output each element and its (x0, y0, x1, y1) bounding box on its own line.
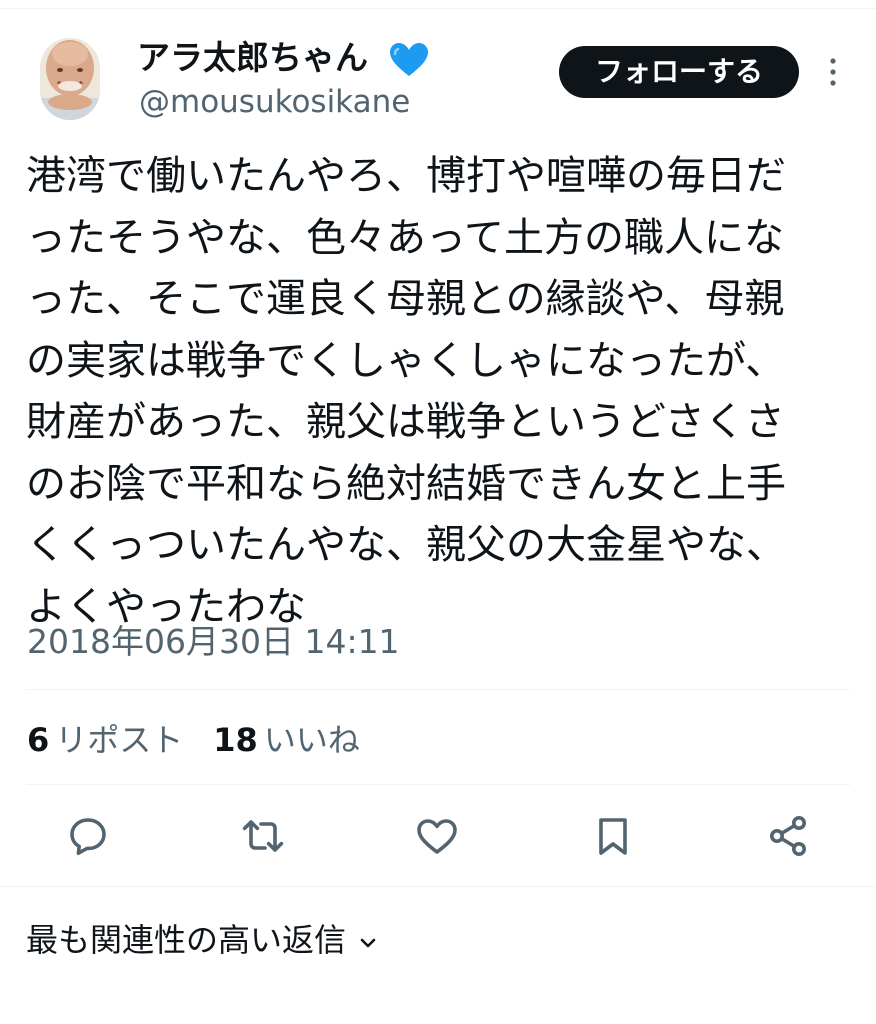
reply-button[interactable] (64, 812, 112, 860)
tweet-text-line: った、そこで運良く母親との縁談や、母親 (26, 276, 785, 322)
tweet-text-line: のお陰で平和なら絶対結婚できん女と上手 (26, 460, 786, 507)
tweet-text-line: ったそうやな、色々あって土方の職人にな (26, 214, 784, 261)
replies-sort-dropdown[interactable]: 最も関連性の高い返信 (26, 918, 378, 964)
replies-sort-label: 最も関連性の高い返信 (26, 921, 347, 959)
blue-heart-icon (388, 42, 430, 78)
tweet-text-line: くくっついたんやな、親父の大金星やな、 (26, 522, 786, 568)
engagement-stats: 6 リポスト 18 いいね (27, 718, 360, 762)
bookmark-icon (599, 818, 627, 855)
tweet-text-line: 財産があった、親父は戦争というどさくさ (26, 399, 785, 445)
avatar[interactable] (40, 38, 100, 120)
chevron-down-icon (358, 920, 378, 964)
divider (26, 689, 850, 690)
likes-label: いいね (263, 721, 360, 759)
tweet-text: 港湾で働いたんやろ、博打や喧嘩の毎日だ ったそうやな、色々あって土方の職人にな … (26, 146, 848, 638)
reposts-stat[interactable]: 6 リポスト (27, 721, 183, 759)
author-display-name[interactable]: アラ太郎ちゃん (137, 36, 368, 80)
top-divider (0, 8, 876, 9)
divider (26, 784, 850, 785)
reposts-label: リポスト (55, 721, 184, 759)
reposts-count: 6 (27, 721, 50, 759)
repost-icon (242, 820, 284, 852)
divider (0, 886, 876, 887)
share-icon (770, 816, 806, 856)
tweet-text-line: 港湾で働いたんやろ、博打や喧嘩の毎日だ (26, 153, 786, 199)
tweet-timestamp[interactable]: 2018年06月30日 14:11 (27, 620, 400, 664)
author-handle[interactable]: @mousukosikane (139, 82, 410, 122)
tweet-text-line: の実家は戦争でくしゃくしゃになったが、 (26, 337, 786, 384)
like-button[interactable] (413, 812, 461, 860)
likes-stat[interactable]: 18 いいね (213, 721, 360, 759)
follow-button[interactable]: フォローする (559, 46, 799, 98)
repost-button[interactable] (239, 812, 287, 860)
share-button[interactable] (764, 812, 812, 860)
likes-count: 18 (213, 721, 258, 759)
more-vertical-icon[interactable] (822, 56, 844, 88)
reply-icon (70, 818, 106, 855)
avatar-photo (40, 38, 100, 120)
like-icon (417, 819, 457, 854)
bookmark-button[interactable] (589, 812, 637, 860)
